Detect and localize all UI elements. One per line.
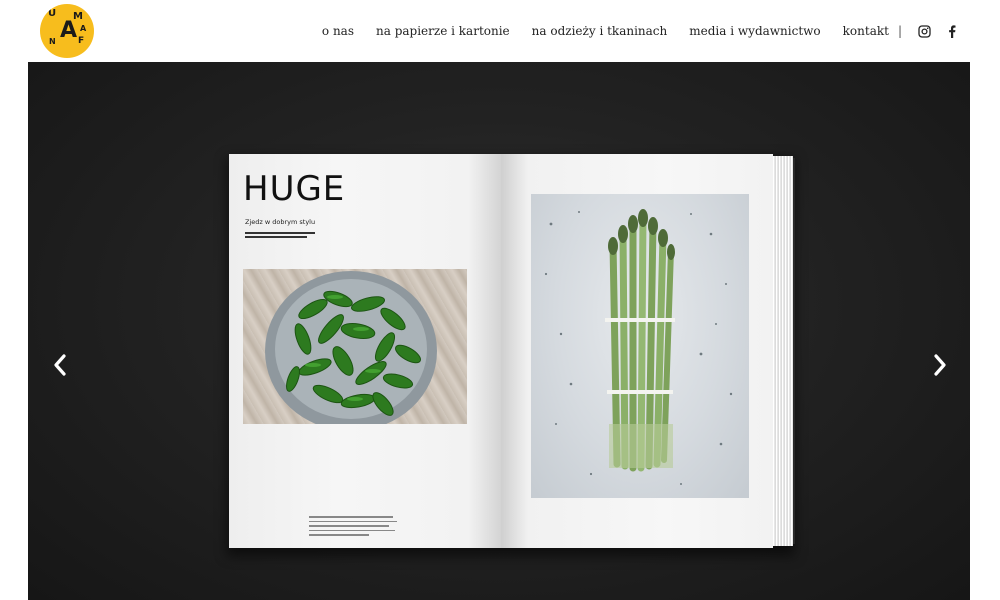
logo[interactable]: U M A A F N — [40, 4, 94, 58]
open-magazine-image: HUGE Zjedz w dobrym stylu — [221, 150, 796, 556]
facebook-icon[interactable] — [944, 23, 960, 39]
chevron-right-icon — [934, 354, 946, 376]
magazine-body-text — [309, 516, 399, 539]
nav-link-na-papierze-i-kartonie[interactable]: na papierze i kartonie — [376, 22, 510, 40]
nav-link-na-odziezy-i-tkaninach[interactable]: na odzieży i tkaninach — [532, 22, 668, 40]
hero-slider: HUGE Zjedz w dobrym stylu — [28, 62, 970, 600]
slider-prev-button[interactable] — [47, 350, 73, 380]
nav-link-media-i-wydawnictwo[interactable]: media i wydawnictwo — [689, 22, 820, 40]
peppers-photo — [243, 269, 467, 424]
nav-link-o-nas[interactable]: o nas — [322, 22, 354, 40]
site-header: U M A A F N o nas na papierze i kartonie… — [0, 0, 1000, 62]
magazine-subtitle: Zjedz w dobrym stylu — [245, 218, 316, 226]
asparagus-photo — [531, 194, 749, 498]
logo-letter-n: N — [49, 37, 56, 46]
magazine-credit-lines — [245, 232, 335, 240]
nav-separator: | — [897, 24, 902, 38]
logo-letter-a-main: A — [60, 18, 78, 43]
magazine-left-page: HUGE Zjedz w dobrym stylu — [229, 154, 501, 548]
magazine-title: HUGE — [243, 169, 346, 209]
chevron-left-icon — [54, 354, 66, 376]
nav-link-kontakt[interactable]: kontakt — [843, 22, 889, 40]
logo-letter-u: U — [48, 8, 57, 19]
instagram-icon[interactable] — [916, 23, 932, 39]
logo-letter-a-top: A — [80, 24, 87, 33]
main-nav: o nas na papierze i kartonie na odzieży … — [300, 22, 960, 40]
slider-next-button[interactable] — [927, 350, 953, 380]
magazine-right-page — [501, 154, 773, 548]
magazine-page-edges — [773, 156, 793, 546]
logo-letter-f: F — [78, 36, 85, 46]
